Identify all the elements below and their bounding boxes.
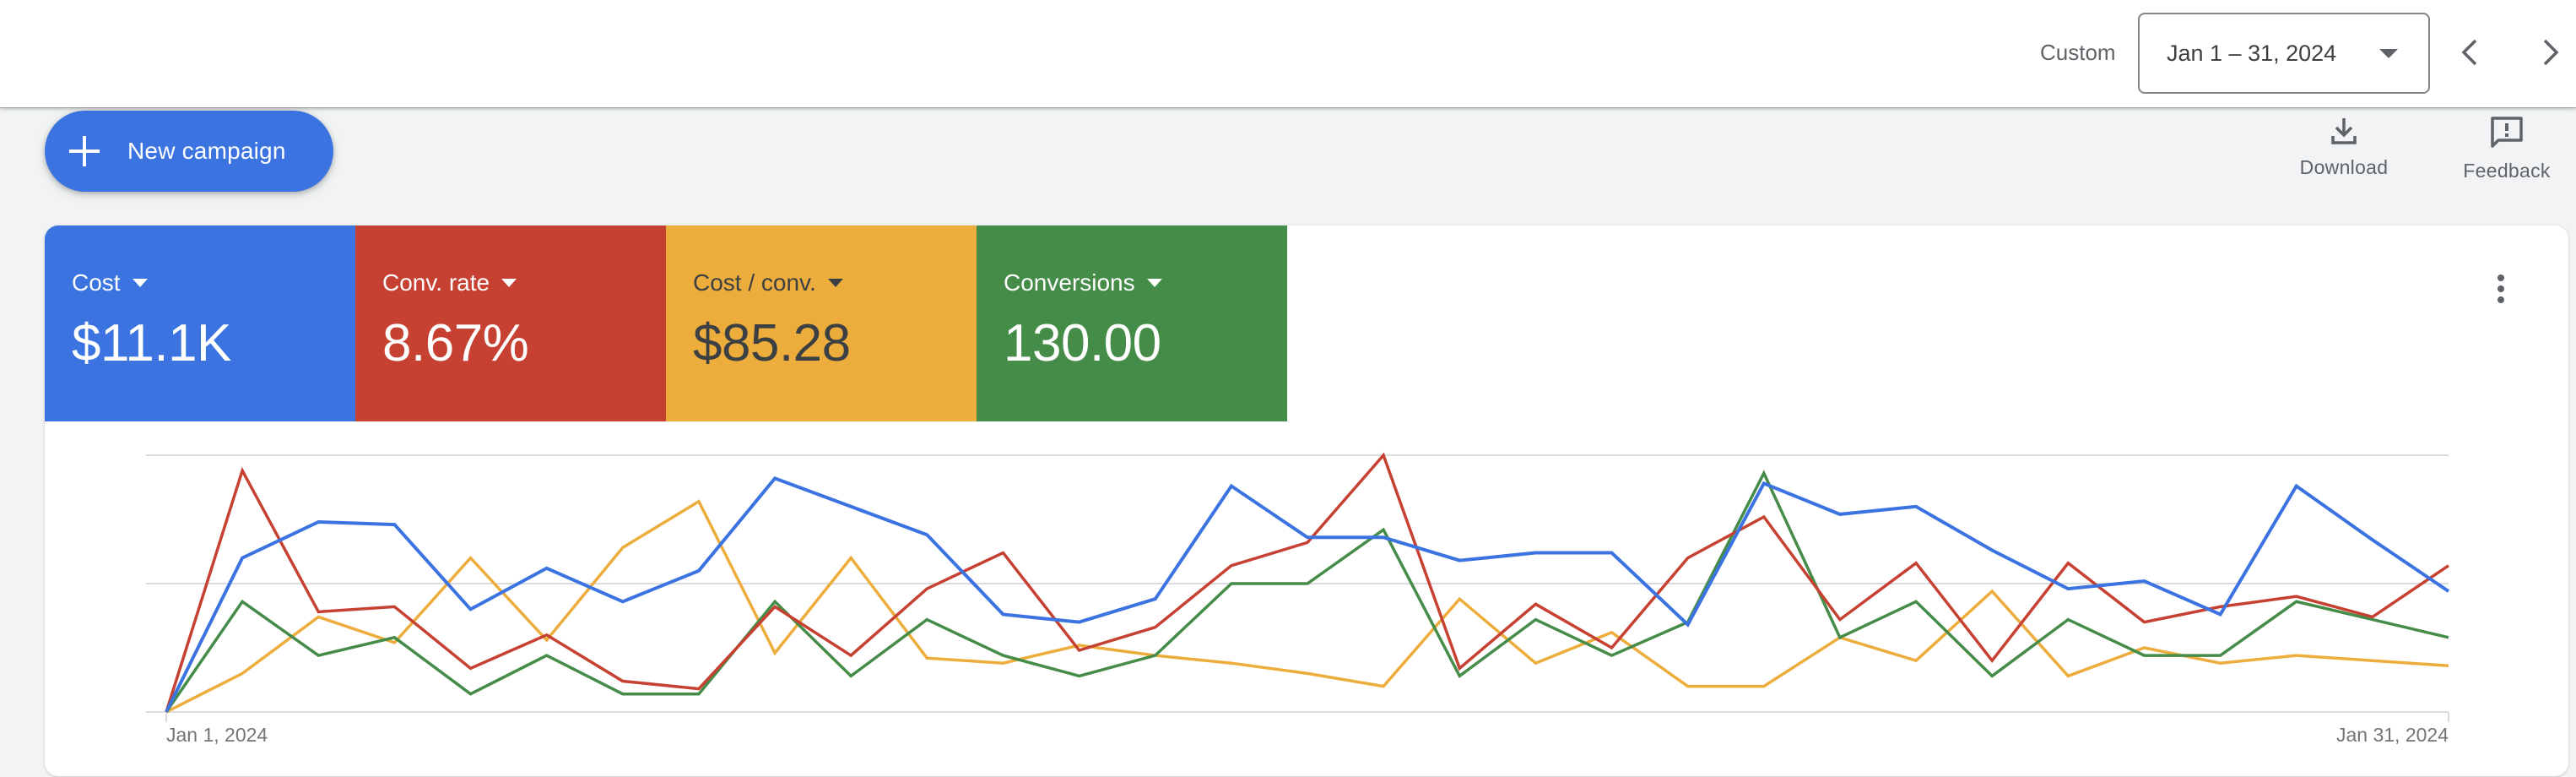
feedback-button[interactable]: Feedback	[2448, 114, 2566, 182]
x-axis-start-label: Jan 1, 2024	[166, 724, 268, 746]
download-button[interactable]: Download	[2289, 114, 2399, 179]
metric-value: $11.1K	[72, 314, 231, 372]
series-line-conv-rate[interactable]	[165, 452, 2449, 713]
feedback-icon	[2491, 117, 2523, 148]
metric-label: Conversions	[1004, 269, 1135, 296]
plus-icon	[69, 136, 100, 166]
series-line-conversions[interactable]	[165, 470, 2449, 713]
performance-card: Cost $11.1K Conv. rate 8.67% Cost / conv…	[45, 225, 2568, 776]
date-range-value: Jan 1 – 31, 2024	[2167, 40, 2337, 66]
feedback-label: Feedback	[2463, 160, 2551, 182]
more-options-button[interactable]	[2484, 268, 2518, 310]
metric-selector[interactable]: Conv. rate	[382, 269, 517, 296]
date-range-type-label: Custom	[2040, 40, 2116, 65]
chevron-right-icon	[2543, 39, 2559, 66]
new-campaign-label: New campaign	[127, 138, 286, 164]
metric-label: Cost / conv.	[693, 269, 816, 296]
metric-label: Cost	[72, 269, 121, 296]
chevron-left-icon	[2461, 39, 2477, 66]
series-line-cost[interactable]	[165, 476, 2450, 713]
dropdown-caret-icon	[2379, 48, 2398, 58]
x-axis-labels: Jan 1, 2024 Jan 31, 2024	[166, 724, 2449, 746]
metric-selector[interactable]: Cost	[72, 269, 148, 296]
metric-tile-cost-per-conv[interactable]: Cost / conv. $85.28	[666, 225, 977, 421]
more-vert-icon	[2498, 274, 2504, 281]
more-vert-icon-dot	[2498, 296, 2504, 303]
dropdown-caret-icon	[132, 279, 148, 287]
gridlines	[146, 454, 2449, 722]
metric-tile-cost[interactable]: Cost $11.1K	[45, 225, 355, 421]
more-vert-icon-dot	[2498, 285, 2504, 292]
series-line-cost-conv[interactable]	[165, 499, 2449, 714]
metric-selector[interactable]: Cost / conv.	[693, 269, 843, 296]
dropdown-caret-icon	[1146, 279, 1162, 287]
x-axis-end-label: Jan 31, 2024	[2336, 724, 2449, 746]
metric-label: Conv. rate	[382, 269, 490, 296]
previous-period-button[interactable]	[2443, 25, 2497, 79]
metric-selector[interactable]: Conversions	[1004, 269, 1162, 296]
next-period-button[interactable]	[2524, 25, 2576, 79]
series-lines	[165, 452, 2450, 714]
metric-tile-conv-rate[interactable]: Conv. rate 8.67%	[355, 225, 666, 421]
metric-tile-conversions[interactable]: Conversions 130.00	[977, 225, 1287, 421]
top-bar: Custom Jan 1 – 31, 2024	[0, 0, 2576, 107]
metric-value: $85.28	[693, 314, 851, 372]
download-label: Download	[2299, 156, 2389, 178]
metric-value: 130.00	[1004, 314, 1161, 372]
date-range-select[interactable]: Jan 1 – 31, 2024	[2138, 13, 2430, 94]
dropdown-caret-icon	[501, 279, 517, 287]
download-icon	[2331, 118, 2357, 144]
metric-value: 8.67%	[382, 314, 529, 372]
dropdown-caret-icon	[827, 279, 843, 287]
new-campaign-button[interactable]: New campaign	[45, 111, 333, 192]
